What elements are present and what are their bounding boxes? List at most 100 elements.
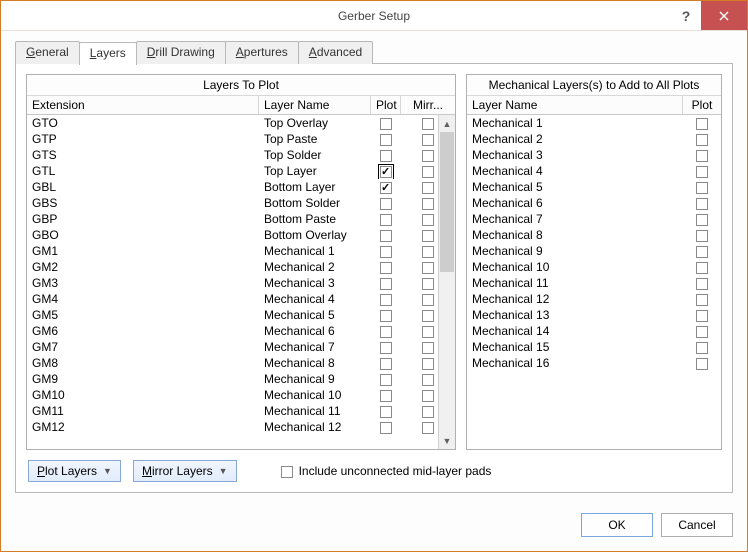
table-row[interactable]: Mechanical 13 — [467, 307, 721, 323]
plot-checkbox[interactable] — [380, 182, 392, 194]
mech-plot-checkbox[interactable] — [696, 182, 708, 194]
mech-plot-checkbox[interactable] — [696, 166, 708, 178]
close-button[interactable] — [701, 1, 747, 30]
mech-plot-checkbox[interactable] — [696, 246, 708, 258]
plot-checkbox[interactable] — [380, 230, 392, 242]
table-row[interactable]: GM12Mechanical 12 — [27, 419, 455, 435]
scrollbar-vertical[interactable]: ▲ ▼ — [438, 115, 455, 449]
mirror-checkbox[interactable] — [422, 118, 434, 130]
table-row[interactable]: Mechanical 8 — [467, 227, 721, 243]
table-row[interactable]: GM3Mechanical 3 — [27, 275, 455, 291]
plot-checkbox[interactable] — [380, 342, 392, 354]
plot-checkbox[interactable] — [380, 406, 392, 418]
table-row[interactable]: Mechanical 14 — [467, 323, 721, 339]
cancel-button[interactable]: Cancel — [661, 513, 733, 537]
scroll-track[interactable] — [439, 272, 455, 432]
mech-plot-checkbox[interactable] — [696, 358, 708, 370]
table-row[interactable]: GTPTop Paste — [27, 131, 455, 147]
mirror-checkbox[interactable] — [422, 374, 434, 386]
mech-plot-checkbox[interactable] — [696, 230, 708, 242]
table-row[interactable]: Mechanical 15 — [467, 339, 721, 355]
plot-checkbox[interactable] — [380, 214, 392, 226]
include-unconnected-label[interactable]: Include unconnected mid-layer pads — [299, 464, 492, 478]
table-row[interactable]: GM5Mechanical 5 — [27, 307, 455, 323]
mirror-checkbox[interactable] — [422, 150, 434, 162]
mech-plot-checkbox[interactable] — [696, 198, 708, 210]
col-mech-plot[interactable]: Plot — [683, 96, 721, 114]
mech-plot-checkbox[interactable] — [696, 326, 708, 338]
plot-checkbox[interactable] — [380, 246, 392, 258]
mirror-checkbox[interactable] — [422, 326, 434, 338]
table-row[interactable]: GM11Mechanical 11 — [27, 403, 455, 419]
col-mirror[interactable]: Mirr... — [401, 96, 455, 114]
mirror-checkbox[interactable] — [422, 342, 434, 354]
table-row[interactable]: GTSTop Solder — [27, 147, 455, 163]
plot-checkbox[interactable] — [380, 310, 392, 322]
plot-checkbox[interactable] — [380, 150, 392, 162]
scroll-up-button[interactable]: ▲ — [439, 115, 455, 132]
mirror-checkbox[interactable] — [422, 406, 434, 418]
tab-advanced[interactable]: Advanced — [298, 41, 373, 64]
plot-checkbox[interactable] — [380, 198, 392, 210]
plot-checkbox[interactable] — [380, 166, 392, 178]
table-row[interactable]: Mechanical 9 — [467, 243, 721, 259]
mirror-checkbox[interactable] — [422, 230, 434, 242]
tab-apertures[interactable]: Apertures — [225, 41, 299, 64]
mirror-checkbox[interactable] — [422, 134, 434, 146]
col-plot[interactable]: Plot — [371, 96, 401, 114]
plot-checkbox[interactable] — [380, 294, 392, 306]
plot-layers-dropdown[interactable]: Plot Layers ▼ — [28, 460, 121, 482]
mech-plot-checkbox[interactable] — [696, 150, 708, 162]
table-row[interactable]: GTLTop Layer — [27, 163, 455, 179]
plot-checkbox[interactable] — [380, 118, 392, 130]
mirror-checkbox[interactable] — [422, 294, 434, 306]
tab-layers[interactable]: Layers — [79, 42, 137, 65]
col-mech-layer-name[interactable]: Layer Name — [467, 96, 683, 114]
col-layer-name[interactable]: Layer Name — [259, 96, 371, 114]
plot-checkbox[interactable] — [380, 278, 392, 290]
table-row[interactable]: Mechanical 16 — [467, 355, 721, 371]
table-row[interactable]: GM9Mechanical 9 — [27, 371, 455, 387]
mech-plot-checkbox[interactable] — [696, 310, 708, 322]
mech-plot-checkbox[interactable] — [696, 214, 708, 226]
table-row[interactable]: Mechanical 3 — [467, 147, 721, 163]
table-row[interactable]: GM6Mechanical 6 — [27, 323, 455, 339]
plot-checkbox[interactable] — [380, 390, 392, 402]
table-row[interactable]: GM8Mechanical 8 — [27, 355, 455, 371]
plot-checkbox[interactable] — [380, 358, 392, 370]
table-row[interactable]: GTOTop Overlay — [27, 115, 455, 131]
ok-button[interactable]: OK — [581, 513, 653, 537]
help-button[interactable]: ? — [671, 1, 701, 30]
mirror-checkbox[interactable] — [422, 214, 434, 226]
mech-plot-checkbox[interactable] — [696, 118, 708, 130]
table-row[interactable]: GM2Mechanical 2 — [27, 259, 455, 275]
table-row[interactable]: Mechanical 10 — [467, 259, 721, 275]
table-row[interactable]: Mechanical 6 — [467, 195, 721, 211]
mirror-checkbox[interactable] — [422, 182, 434, 194]
table-row[interactable]: GM1Mechanical 1 — [27, 243, 455, 259]
mirror-checkbox[interactable] — [422, 358, 434, 370]
table-row[interactable]: Mechanical 7 — [467, 211, 721, 227]
mech-plot-checkbox[interactable] — [696, 262, 708, 274]
table-row[interactable]: Mechanical 1 — [467, 115, 721, 131]
mirror-checkbox[interactable] — [422, 310, 434, 322]
table-row[interactable]: GBPBottom Paste — [27, 211, 455, 227]
col-extension[interactable]: Extension — [27, 96, 259, 114]
table-row[interactable]: GM10Mechanical 10 — [27, 387, 455, 403]
mirror-checkbox[interactable] — [422, 278, 434, 290]
mirror-checkbox[interactable] — [422, 390, 434, 402]
table-row[interactable]: GBLBottom Layer — [27, 179, 455, 195]
table-row[interactable]: Mechanical 5 — [467, 179, 721, 195]
table-row[interactable]: Mechanical 12 — [467, 291, 721, 307]
table-row[interactable]: Mechanical 11 — [467, 275, 721, 291]
table-row[interactable]: GM7Mechanical 7 — [27, 339, 455, 355]
plot-checkbox[interactable] — [380, 262, 392, 274]
mech-plot-checkbox[interactable] — [696, 342, 708, 354]
tab-drill-drawing[interactable]: Drill Drawing — [136, 41, 226, 64]
mech-plot-checkbox[interactable] — [696, 278, 708, 290]
table-row[interactable]: GBSBottom Solder — [27, 195, 455, 211]
table-row[interactable]: Mechanical 4 — [467, 163, 721, 179]
mirror-checkbox[interactable] — [422, 246, 434, 258]
tab-general[interactable]: General — [15, 41, 80, 64]
table-row[interactable]: GBOBottom Overlay — [27, 227, 455, 243]
